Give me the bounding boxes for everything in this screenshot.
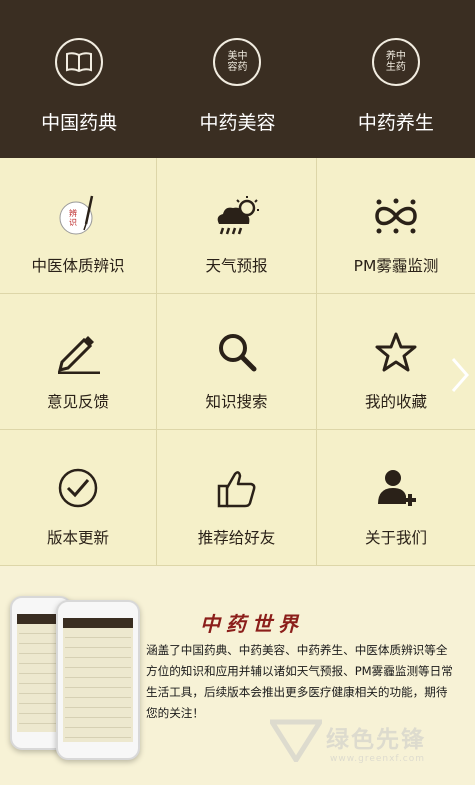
grid-item-version-update[interactable]: 版本更新: [0, 430, 157, 566]
nav-label: 中药养生: [357, 112, 434, 134]
top-nav: 中国药典 美中 容药 中药美容 养中 生药 中药养生: [0, 0, 475, 158]
feature-grid: 辨 识 中医体质辨识 天气预报 PM雾霾监测 意见反馈 知识搜索 我的收藏 版本…: [0, 158, 475, 566]
phone-mockup-image: [56, 600, 140, 760]
promo-section: 中药世界 涵盖了中国药典、中药美容、中药养生、中医体质辨识等全方位的知识和应用并…: [0, 566, 475, 785]
grid-item-knowledge-search[interactable]: 知识搜索: [157, 294, 317, 430]
svg-text:辨: 辨: [69, 208, 77, 218]
nav-label: 中药美容: [199, 112, 276, 134]
nav-herbal-health[interactable]: 养中 生药 中药养生: [317, 0, 475, 158]
grid-label: PM雾霾监测: [353, 257, 439, 275]
grid-label: 天气预报: [205, 257, 268, 275]
book-icon: [55, 38, 104, 86]
check-circle-icon: [56, 466, 100, 510]
nav-chinese-pharmacopoeia[interactable]: 中国药典: [0, 0, 158, 158]
brush-ink-icon: 辨 识: [56, 194, 100, 238]
grid-label: 知识搜索: [205, 393, 268, 411]
health-seal-icon: 养中 生药: [371, 38, 420, 86]
user-add-icon: [374, 466, 418, 510]
grid-label: 推荐给好友: [197, 529, 276, 547]
watermark-text: 绿色先锋: [326, 727, 426, 753]
nav-label: 中国药典: [41, 112, 118, 134]
next-page-arrow-icon[interactable]: [447, 355, 473, 395]
promo-title: 中药世界: [200, 612, 304, 636]
beauty-seal-icon: 美中 容药: [213, 38, 262, 86]
pencil-icon: [54, 330, 102, 374]
grid-label: 中医体质辨识: [31, 257, 125, 275]
svg-text:识: 识: [69, 218, 77, 227]
grid-label: 我的收藏: [364, 393, 427, 411]
search-icon: [216, 330, 258, 374]
grid-label: 版本更新: [46, 529, 109, 547]
grid-item-weather[interactable]: 天气预报: [157, 158, 317, 294]
grid-label: 关于我们: [364, 529, 427, 547]
infinity-icon: [371, 194, 421, 238]
grid-label: 意见反馈: [46, 393, 109, 411]
grid-item-pm-monitor[interactable]: PM雾霾监测: [317, 158, 475, 294]
watermark-url: www.greenxf.com: [330, 754, 426, 764]
star-icon: [375, 330, 417, 374]
grid-item-constitution[interactable]: 辨 识 中医体质辨识: [0, 158, 157, 294]
grid-item-feedback[interactable]: 意见反馈: [0, 294, 157, 430]
promo-description: 涵盖了中国药典、中药美容、中药养生、中医体质辨识等全方位的知识和应用并辅以诸如天…: [146, 643, 453, 720]
grid-item-recommend[interactable]: 推荐给好友: [157, 430, 317, 566]
nav-herbal-beauty[interactable]: 美中 容药 中药美容: [158, 0, 316, 158]
watermark-logo: 绿色先锋 www.greenxf.com: [267, 716, 470, 776]
thumbs-up-icon: [215, 466, 259, 510]
weather-icon: [211, 194, 263, 238]
watermark-icon: [267, 719, 325, 765]
grid-item-about-us[interactable]: 关于我们: [317, 430, 475, 566]
